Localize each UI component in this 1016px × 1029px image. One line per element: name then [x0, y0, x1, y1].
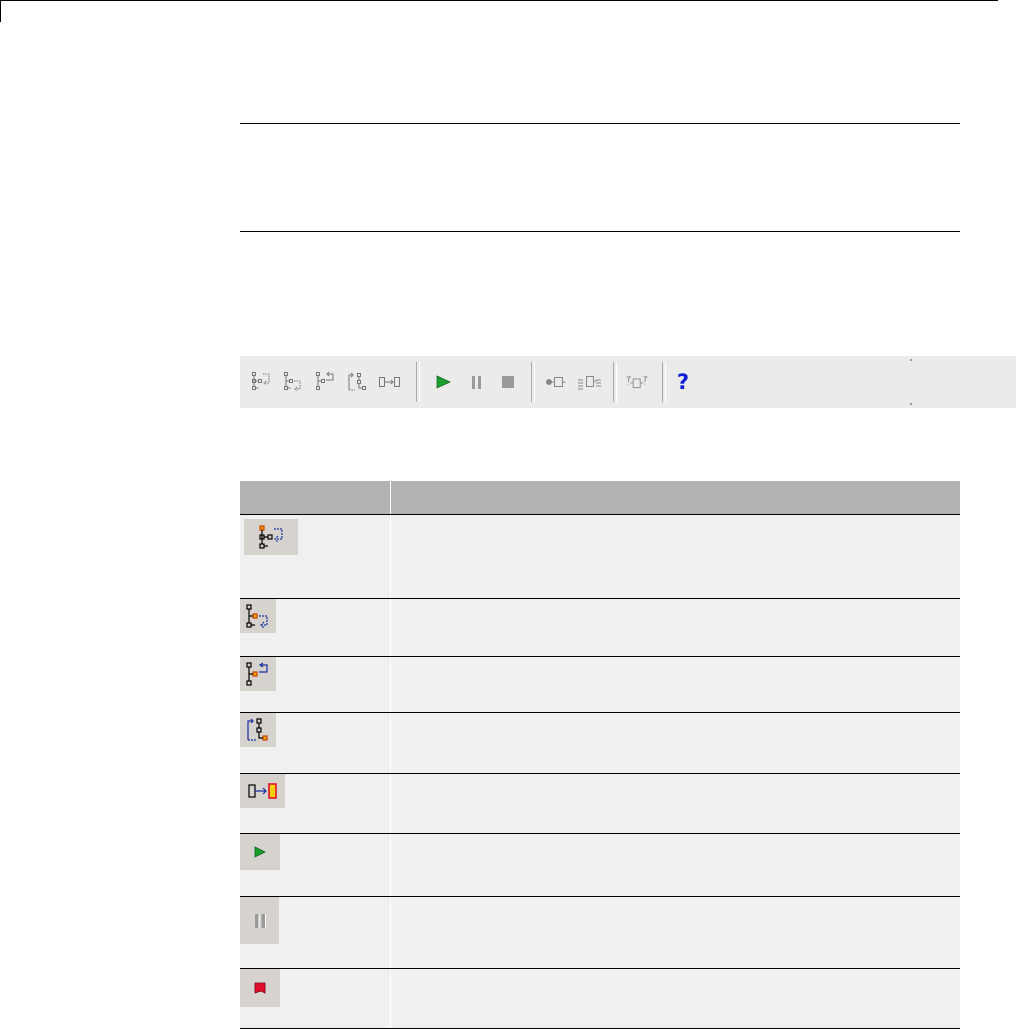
- stop-icon[interactable]: [494, 368, 522, 396]
- step-to-next-icon[interactable]: [344, 368, 372, 396]
- step-in-icon: [244, 519, 298, 555]
- description-cell: [390, 833, 960, 897]
- table-header-cell: [240, 481, 391, 515]
- help-icon[interactable]: ?: [669, 368, 697, 396]
- table-row: [240, 833, 960, 897]
- toolbar-separator: [416, 362, 420, 402]
- toolbar-buttons-table: [240, 481, 960, 1029]
- note-top-rule: [240, 123, 960, 124]
- description-cell: [390, 896, 960, 969]
- description-cell: [390, 656, 960, 713]
- description-cell: [390, 712, 960, 774]
- step-over-icon: [240, 599, 276, 633]
- description-cell: [390, 968, 960, 1029]
- pause-icon[interactable]: [463, 368, 491, 396]
- table-row: [240, 773, 960, 834]
- table-row: [240, 598, 960, 657]
- note-bottom-rule: [240, 231, 960, 232]
- stop-icon: [240, 969, 280, 1007]
- pause-icon: [240, 897, 279, 944]
- go-to-next-block-icon: [240, 774, 285, 808]
- description-cell: [390, 514, 960, 599]
- table-row: [240, 896, 960, 969]
- toolbar-separator: [531, 362, 535, 402]
- description-cell: [390, 598, 960, 657]
- toolbar-grip: [910, 359, 912, 361]
- go-to-next-block-icon[interactable]: [376, 368, 404, 396]
- breakpoint-icon[interactable]: [542, 368, 570, 396]
- step-out-icon: [240, 657, 276, 691]
- table-row: [240, 514, 960, 599]
- table-header-row: [240, 481, 960, 515]
- toolbar-grip: [910, 403, 912, 405]
- start-continue-icon: [240, 834, 280, 870]
- debugger-toolbar: ?: [240, 356, 1016, 408]
- step-to-next-icon: [240, 713, 276, 747]
- watch-data-value-icon[interactable]: [624, 368, 652, 396]
- table-row: [240, 968, 960, 1029]
- start-continue-icon[interactable]: [429, 368, 457, 396]
- page-top-rule: [0, 0, 998, 1]
- description-cell: [390, 773, 960, 834]
- page-corner-mark: [0, 0, 1, 22]
- table-row: [240, 712, 960, 774]
- table-header-cell: [390, 481, 960, 515]
- toolbar-separator: [613, 362, 617, 402]
- table-row: [240, 656, 960, 713]
- breakpoints-list-icon[interactable]: [575, 368, 603, 396]
- toolbar-separator: [662, 362, 666, 402]
- step-out-icon[interactable]: [312, 368, 340, 396]
- step-in-icon[interactable]: [248, 368, 276, 396]
- step-over-icon[interactable]: [280, 368, 308, 396]
